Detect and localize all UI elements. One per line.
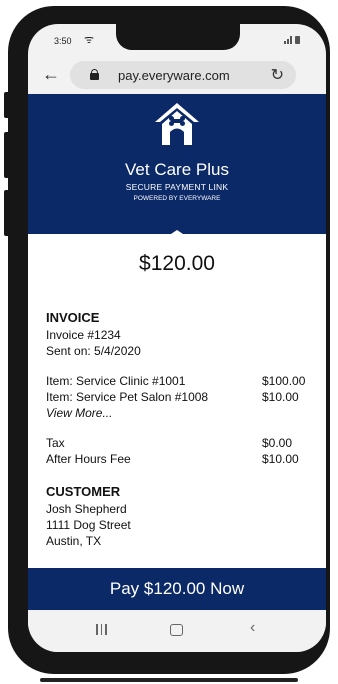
customer-city: Austin, TX xyxy=(46,534,102,548)
view-more-link[interactable]: View More... xyxy=(46,406,112,420)
wifi-icon: ᯤ xyxy=(84,34,95,46)
line-item-amount: $10.00 xyxy=(262,390,299,404)
fee-label: After Hours Fee xyxy=(46,452,131,466)
battery-icon xyxy=(295,36,300,44)
line-item-label: Item: Service Pet Salon #1008 xyxy=(46,390,209,404)
back-arrow-icon[interactable]: ← xyxy=(42,64,60,84)
invoice-content: $120.00 INVOICE Invoice #1234 Sent on: 5… xyxy=(28,234,326,568)
secure-payment-tagline: SECURE PAYMENT LINK xyxy=(125,182,229,192)
fee-amount: $10.00 xyxy=(262,452,299,466)
line-item-amount: $100.00 xyxy=(262,374,306,388)
lock-icon xyxy=(90,69,99,80)
invoice-number: Invoice #1234 xyxy=(46,328,121,342)
reload-icon[interactable]: ↻ xyxy=(271,65,284,85)
fee-label: Tax xyxy=(46,436,65,450)
invoice-sent-date: Sent on: 5/4/2020 xyxy=(46,344,141,358)
phone-notch xyxy=(116,24,240,50)
phone-shadow xyxy=(40,678,298,682)
url-text: pay.everyware.com xyxy=(118,68,230,83)
phone-screen: 3:50 ᯤ ← pay.everyware.com ↻ Vet Care Pl… xyxy=(28,24,326,652)
pay-now-button[interactable]: Pay $120.00 Now xyxy=(28,568,326,610)
line-item-label: Item: Service Clinic #1001 xyxy=(46,374,186,388)
merchant-name: Vet Care Plus xyxy=(125,160,229,179)
merchant-header: Vet Care Plus SECURE PAYMENT LINK POWERE… xyxy=(28,94,326,234)
invoice-heading: INVOICE xyxy=(46,310,100,325)
home-icon[interactable] xyxy=(170,624,183,636)
android-nav-bar: ‹ xyxy=(28,610,326,652)
dog-house-logo-icon xyxy=(155,103,199,145)
header-pointer xyxy=(162,230,192,240)
powered-by-text: POWERED BY EVERYWARE xyxy=(133,195,221,202)
customer-heading: CUSTOMER xyxy=(46,484,121,499)
customer-name: Josh Shepherd xyxy=(46,502,127,516)
payment-amount: $120.00 xyxy=(139,252,215,275)
phone-frame: 3:50 ᯤ ← pay.everyware.com ↻ Vet Care Pl… xyxy=(8,6,330,674)
address-bar[interactable]: pay.everyware.com ↻ xyxy=(70,61,296,89)
nav-back-icon[interactable]: ‹ xyxy=(250,619,255,637)
browser-toolbar: ← pay.everyware.com ↻ xyxy=(28,58,326,94)
status-time: 3:50 xyxy=(54,36,72,46)
customer-street: 1111 Dog Street xyxy=(46,518,131,532)
signal-icon xyxy=(284,36,300,44)
recent-apps-icon[interactable] xyxy=(96,624,107,635)
fee-amount: $0.00 xyxy=(262,436,293,450)
